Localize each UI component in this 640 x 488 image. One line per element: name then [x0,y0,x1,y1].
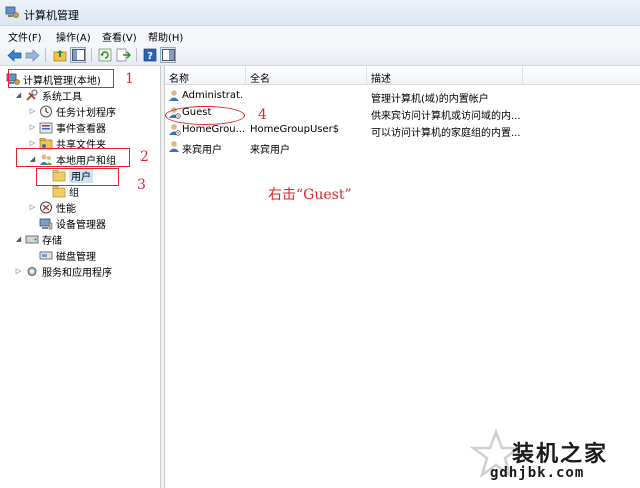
performance-icon [40,201,52,213]
tree-item-performance[interactable]: ▷ 性能 [28,199,76,215]
column-header-description[interactable]: 描述 [371,70,391,85]
row-name: HomeGrou... [182,124,244,135]
tree-label: 存储 [42,235,62,247]
expanded-arrow-icon[interactable]: ◢ [14,235,23,243]
row-description: 供来宾访问计算机或访问域的内... [371,111,521,122]
table-row[interactable]: 来宾用户 来宾用户 [165,139,640,156]
tree-label: 磁盘管理 [56,251,96,263]
menu-file[interactable]: 文件(F) [8,29,42,44]
annotation-step-3: 3 [137,177,146,193]
help-icon: ? [143,48,157,62]
menu-action[interactable]: 操作(A) [56,29,91,44]
tree-label: 服务和应用程序 [42,267,112,279]
clock-icon [40,105,52,117]
tree-label: 性能 [56,203,76,215]
watermark: 装机之家 gdhjbk.com [470,428,640,488]
tree-item-services-applications[interactable]: ▷ 服务和应用程序 [14,263,112,279]
row-name: Administrat... [182,90,244,101]
up-folder-icon [53,49,66,61]
tree-label: 任务计划程序 [56,107,116,119]
watermark-url: gdhjbk.com [490,465,585,481]
computer-management-icon [5,6,19,18]
menu-view[interactable]: 查看(V) [102,29,137,44]
forward-icon [25,48,40,62]
annotation-step-1: 1 [125,71,134,87]
storage-icon [25,235,39,243]
user-icon [169,90,180,102]
annotation-box-3 [36,168,119,186]
row-name: 来宾用户 [182,145,222,156]
list-header: 名称 全名 描述 [165,66,640,85]
refresh-icon [98,48,112,62]
menu-help[interactable]: 帮助(H) [148,29,183,44]
tree-item-event-viewer[interactable]: ▷ 事件查看器 [28,119,106,135]
back-icon [6,48,21,62]
expanded-arrow-icon[interactable]: ◢ [14,91,23,99]
tree-item-disk-management[interactable]: 磁盘管理 [39,247,96,263]
menu-bar: 文件(F) 操作(A) 查看(V) 帮助(H) [0,26,640,44]
navigation-tree: 计算机管理(本地) ◢ 系统工具 ▷ 任务计划程序 ▷ 事件查看器 ▷ 共享文件… [0,66,161,488]
annotation-ellipse-guest [165,106,245,125]
toolbar: ? [0,44,640,66]
tree-label: 系统工具 [42,91,82,103]
export-button[interactable] [115,47,131,63]
folder-icon [52,185,66,197]
collapsed-arrow-icon[interactable]: ▷ [28,107,37,115]
show-hide-tree-icon [71,49,85,61]
row-description: 可以访问计算机的家庭组的内置... [371,128,521,139]
user-icon [169,141,179,152]
refresh-button[interactable] [97,47,113,63]
tree-label: 设备管理器 [56,219,106,231]
tree-item-storage[interactable]: ◢ 存储 [14,231,62,247]
user-list-pane: 名称 全名 描述 Administrat... 管理计算机(域)的内置帐户 Gu… [165,66,640,488]
watermark-brand: 装机之家 [512,441,609,467]
collapsed-arrow-icon[interactable]: ▷ [28,139,37,147]
properties-icon [161,49,175,61]
row-full-name: 来宾用户 [250,145,290,156]
tree-item-device-manager[interactable]: 设备管理器 [39,215,106,231]
row-description: 管理计算机(域)的内置帐户 [371,94,489,105]
annotation-box-2 [16,148,130,167]
collapsed-arrow-icon[interactable]: ▷ [28,123,37,131]
disk-icon [39,251,53,259]
back-button[interactable] [6,47,22,63]
event-viewer-icon [39,122,53,133]
device-manager-icon [39,218,53,229]
services-icon [27,266,37,276]
annotation-box-1 [8,69,114,88]
export-icon [116,48,131,62]
tools-icon [26,88,38,101]
title-bar: 计算机管理 [0,0,640,26]
collapsed-arrow-icon[interactable]: ▷ [28,203,37,211]
collapsed-arrow-icon[interactable]: ▷ [14,267,23,275]
tree-item-task-scheduler[interactable]: ▷ 任务计划程序 [28,103,116,119]
svg-text:?: ? [147,51,153,62]
window-title: 计算机管理 [24,9,79,22]
tree-label: 事件查看器 [56,123,106,135]
row-full-name: HomeGroupUser$ [250,124,340,135]
column-header-name[interactable]: 名称 [169,70,189,85]
annotation-instruction: 右击“Guest” [268,187,352,203]
table-row[interactable]: Administrat... 管理计算机(域)的内置帐户 [165,88,640,105]
annotation-step-4: 4 [258,107,267,123]
help-button[interactable]: ? [142,47,158,63]
forward-button[interactable] [24,47,40,63]
show-hide-tree-button[interactable] [70,47,86,63]
annotation-step-2: 2 [140,149,149,165]
table-row[interactable]: HomeGrou... HomeGroupUser$ 可以访问计算机的家庭组的内… [165,122,640,139]
properties-button[interactable] [160,47,176,63]
up-folder-button[interactable] [52,47,68,63]
disabled-user-icon [169,124,181,136]
tree-item-system-tools[interactable]: ◢ 系统工具 [14,87,82,103]
column-header-full-name[interactable]: 全名 [250,70,270,85]
